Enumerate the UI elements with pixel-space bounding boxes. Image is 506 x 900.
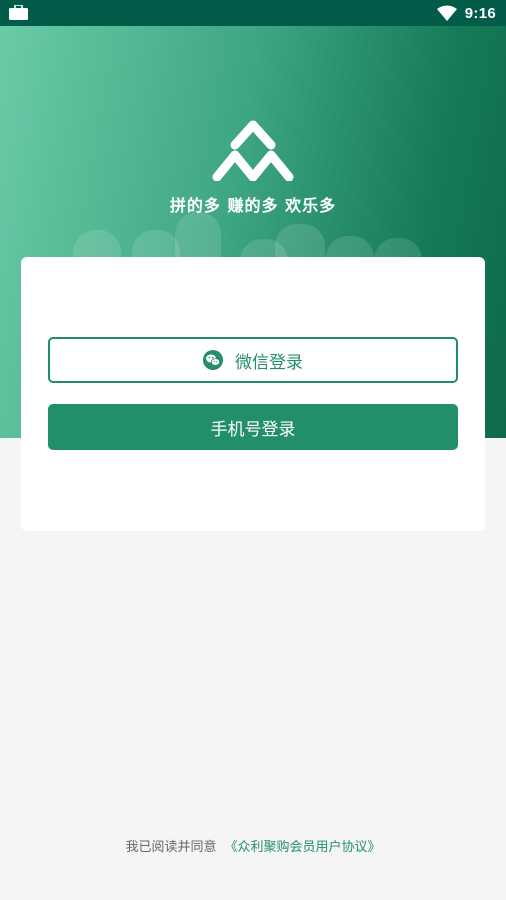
briefcase-icon <box>9 5 28 20</box>
login-card: 微信登录 手机号登录 <box>21 257 485 531</box>
agreement-prefix: 我已阅读并同意 <box>125 840 217 855</box>
status-bar: 9:16 <box>0 0 506 26</box>
wechat-login-label: 微信登录 <box>235 352 303 373</box>
wechat-icon <box>203 350 223 370</box>
phone-login-button[interactable]: 手机号登录 <box>48 404 458 450</box>
agreement-link[interactable]: 《众利聚购会员用户协议》 <box>225 840 381 855</box>
wechat-login-button[interactable]: 微信登录 <box>48 337 458 383</box>
wifi-icon <box>436 5 457 21</box>
status-time: 9:16 <box>464 4 496 22</box>
agreement-row: 我已阅读并同意 《众利聚购会员用户协议》 <box>0 836 506 855</box>
slogan: 拼的多 赚的多 欢乐多 <box>169 196 337 215</box>
logo-icon <box>212 120 294 181</box>
